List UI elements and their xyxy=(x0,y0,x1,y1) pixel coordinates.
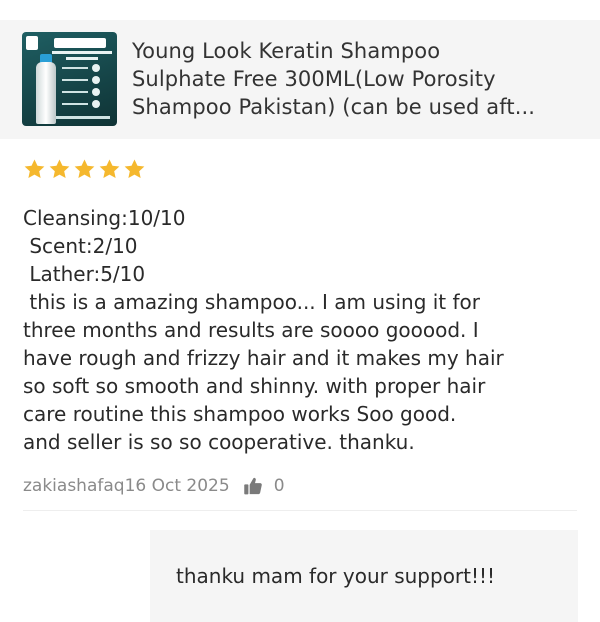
review-line: and seller is so so cooperative. thanku. xyxy=(23,430,415,454)
like-count: 0 xyxy=(273,476,285,496)
thumbs-up-icon xyxy=(243,476,263,496)
product-title-line: Young Look Keratin Shampoo xyxy=(132,39,441,63)
review-line: Lather:5/10 xyxy=(23,262,146,286)
divider xyxy=(23,510,577,511)
star-icon xyxy=(24,159,45,179)
product-thumbnail[interactable] xyxy=(22,32,117,126)
review-line: care routine this shampoo works Soo good… xyxy=(23,402,457,426)
review-author: zakiashafaq xyxy=(23,476,125,496)
product-title-line: Sulphate Free 300ML(Low Porosity xyxy=(132,67,496,91)
review-line: Cleansing:10/10 xyxy=(23,206,186,230)
review-meta: zakiashafaq 16 Oct 2025 0 xyxy=(23,474,285,498)
seller-reply: thanku mam for your support!!! xyxy=(150,530,578,622)
brand-logo-icon xyxy=(26,36,38,50)
product-title[interactable]: Young Look Keratin Shampoo Sulphate Free… xyxy=(132,37,580,121)
star-icon xyxy=(74,159,95,179)
review-line: three months and results are soooo goooo… xyxy=(23,318,479,342)
review-line: Scent:2/10 xyxy=(23,234,138,258)
review-line: have rough and frizzy hair and it makes … xyxy=(23,346,504,370)
review-text: Cleansing:10/10 Scent:2/10 Lather:5/10 t… xyxy=(23,204,588,456)
brand-label-band xyxy=(54,38,106,48)
shampoo-bottle-image xyxy=(36,62,56,124)
star-icon xyxy=(99,159,120,179)
review-line: so soft so smooth and shinny. with prope… xyxy=(23,374,486,398)
like-button[interactable]: 0 xyxy=(243,476,285,496)
review-line: this is a amazing shampoo... I am using … xyxy=(23,290,481,314)
review-date: 16 Oct 2025 xyxy=(124,476,230,496)
product-title-line: Shampoo Pakistan) (can be used aft... xyxy=(132,95,536,119)
seller-reply-text: thanku mam for your support!!! xyxy=(176,564,496,588)
star-rating xyxy=(23,158,146,181)
star-icon xyxy=(124,159,145,179)
star-icon xyxy=(49,159,70,179)
product-card[interactable]: Young Look Keratin Shampoo Sulphate Free… xyxy=(0,20,600,139)
